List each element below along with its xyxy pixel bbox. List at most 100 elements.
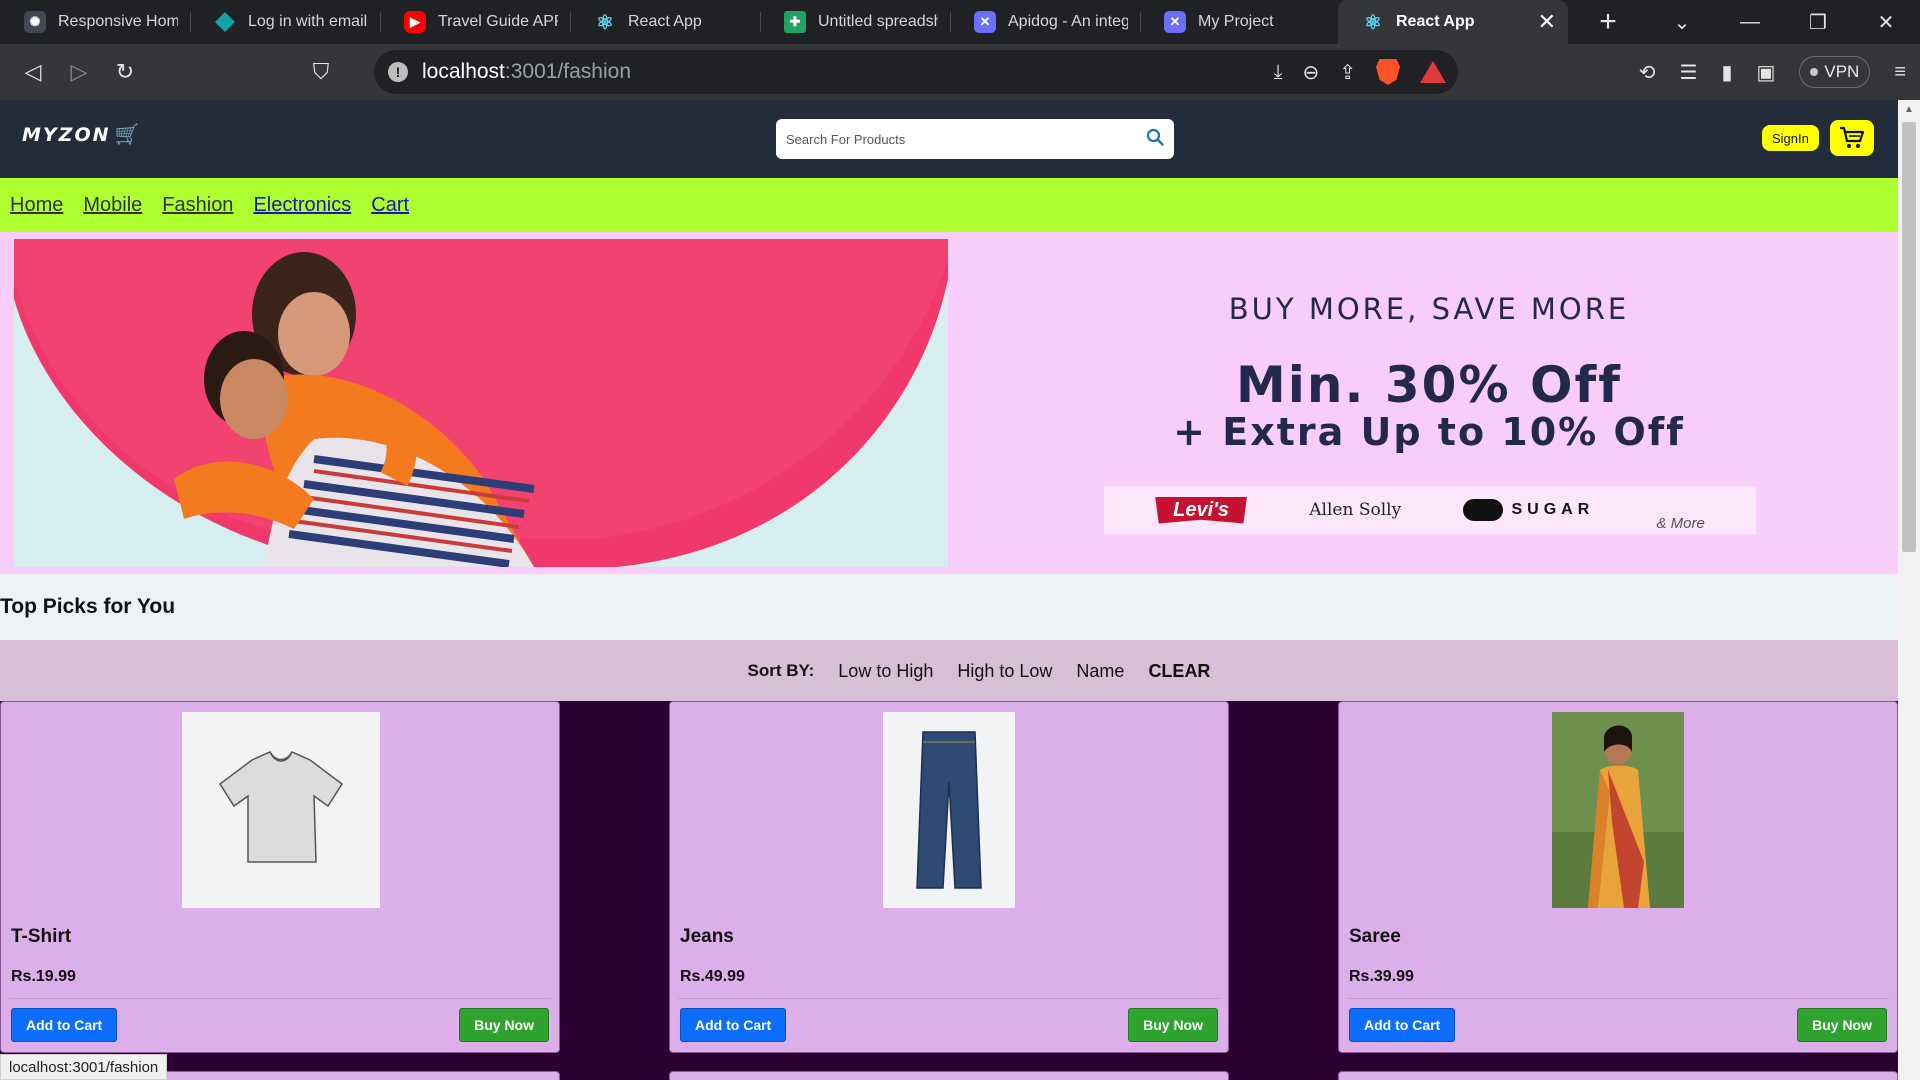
tab-title: Travel Guide APP DE: [438, 13, 558, 30]
site-logo[interactable]: MYZON 🛒: [22, 122, 139, 147]
address-bar-actions: ⤓ ⊖ ⇪: [1274, 50, 1446, 94]
sugar-mark-icon: [1463, 499, 1504, 521]
close-window-icon[interactable]: ✕: [1852, 0, 1920, 44]
sort-clear[interactable]: CLEAR: [1148, 661, 1210, 682]
product-image-jeans[interactable]: [883, 712, 1015, 908]
tab-title: React App: [628, 13, 702, 30]
product-price: Rs.19.99: [11, 968, 76, 985]
brave-rewards-icon[interactable]: [1420, 61, 1446, 83]
card-divider: [1347, 998, 1889, 999]
brand-sugar-text: SUGAR: [1511, 501, 1595, 518]
main-nav: Home Mobile Fashion Electronics Cart: [0, 178, 1898, 232]
buy-now-button[interactable]: Buy Now: [459, 1008, 549, 1042]
zoom-icon[interactable]: ⊖: [1302, 60, 1319, 85]
back-icon[interactable]: ◁: [10, 49, 56, 95]
add-to-cart-button[interactable]: Add to Cart: [1349, 1008, 1456, 1042]
site-info-icon[interactable]: !: [388, 62, 408, 82]
browser-tab[interactable]: ▶ Travel Guide APP DE: [380, 0, 570, 44]
page-viewport: MYZON 🛒 SignIn Home Mobile Fashion Elect…: [0, 100, 1898, 1080]
restore-icon[interactable]: ❐: [1784, 0, 1852, 44]
banner-line1: BUY MORE, SAVE MORE: [1228, 292, 1630, 326]
logo-cart-icon: 🛒: [114, 124, 140, 146]
banner-photo: [14, 239, 948, 567]
logo-text: MYZON: [22, 123, 111, 146]
diamond-icon: [214, 11, 236, 33]
browser-toolbar: ◁ ▷ ↻ ⛉ ! localhost:3001/fashion ⤓ ⊖ ⇪ ⟲…: [0, 44, 1920, 100]
nav-link-home[interactable]: Home: [10, 194, 63, 217]
tab-title: React App: [1396, 13, 1475, 30]
react-icon: ⚛: [596, 11, 614, 34]
product-card: [1338, 1071, 1898, 1080]
playlist-icon[interactable]: ☰: [1680, 60, 1698, 85]
menu-icon[interactable]: ≡: [1894, 61, 1906, 84]
close-tab-icon[interactable]: ✕: [1538, 9, 1556, 35]
scroll-up-icon[interactable]: ▲: [1898, 100, 1920, 120]
brave-shields-icon[interactable]: [1376, 59, 1400, 85]
browser-tab[interactable]: ✚ Untitled spreadshee: [760, 0, 950, 44]
url-path: :3001/fashion: [504, 60, 631, 83]
sidebar-icon[interactable]: ▮: [1721, 60, 1732, 85]
nav-link-fashion[interactable]: Fashion: [162, 194, 233, 217]
vpn-status-dot: [1810, 68, 1819, 76]
nav-link-electronics[interactable]: Electronics: [253, 194, 351, 217]
product-image-tshirt[interactable]: [182, 712, 380, 908]
brand-sugar-logo: SUGAR: [1463, 499, 1594, 521]
share-icon[interactable]: ⇪: [1339, 60, 1356, 85]
apidog-icon: ✕: [974, 11, 996, 33]
cart-icon: [1840, 126, 1865, 148]
search-input[interactable]: [786, 131, 1146, 147]
card-divider: [9, 998, 551, 999]
chatgpt-icon: ✺: [24, 11, 46, 33]
search-icon[interactable]: [1146, 128, 1164, 151]
product-name: T-Shirt: [11, 926, 72, 947]
browser-tab[interactable]: ✕ My Project: [1140, 0, 1330, 44]
bookmark-icon[interactable]: ⛉: [298, 49, 344, 95]
browser-tab-bar: ✺ Responsive Home D Log in with email | …: [0, 0, 1920, 44]
wallet-icon[interactable]: ▣: [1756, 60, 1775, 85]
promo-banner[interactable]: BUY MORE, SAVE MORE Min. 30% Off + Extra…: [0, 232, 1898, 574]
reload-icon[interactable]: ↻: [102, 49, 148, 95]
address-bar[interactable]: ! localhost:3001/fashion ⤓ ⊖ ⇪: [374, 50, 1458, 94]
browser-tab[interactable]: ✕ Apidog - An integra: [950, 0, 1140, 44]
nav-link-mobile[interactable]: Mobile: [83, 194, 142, 217]
add-to-cart-button[interactable]: Add to Cart: [680, 1008, 787, 1042]
tab-search-chevron-icon[interactable]: ⌄: [1648, 0, 1716, 44]
add-to-cart-button[interactable]: Add to Cart: [11, 1008, 118, 1042]
product-card: T-Shirt Rs.19.99 Add to Cart Buy Now: [0, 701, 560, 1053]
brand-strip: Levi's Allen Solly SUGAR & More: [1104, 486, 1756, 534]
toolbar-right: ⟲ ☰ ▮ ▣ VPN ≡: [1639, 44, 1920, 100]
window-controls: ⌄ — ❐ ✕: [1648, 0, 1920, 44]
section-title: Top Picks for You: [0, 574, 1898, 640]
buy-now-button[interactable]: Buy Now: [1797, 1008, 1887, 1042]
tab-title: Apidog - An integra: [1008, 13, 1128, 30]
card-divider: [678, 998, 1220, 999]
nav-link-cart[interactable]: Cart: [371, 194, 409, 217]
signin-button[interactable]: SignIn: [1762, 125, 1819, 151]
minimize-icon[interactable]: —: [1716, 0, 1784, 44]
install-icon[interactable]: ⤓: [1274, 61, 1283, 84]
banner-line3: + Extra Up to 10% Off: [1173, 410, 1685, 454]
sort-high-to-low[interactable]: High to Low: [957, 661, 1052, 682]
scrollbar-thumb[interactable]: [1902, 122, 1916, 552]
page-scrollbar[interactable]: ▲: [1898, 100, 1920, 1080]
vpn-label: VPN: [1824, 62, 1860, 81]
vpn-button[interactable]: VPN: [1799, 56, 1871, 88]
cart-button[interactable]: [1830, 120, 1874, 156]
site-header: MYZON 🛒 SignIn: [0, 100, 1898, 178]
sort-low-to-high[interactable]: Low to High: [838, 661, 933, 682]
new-tab-button[interactable]: +: [1588, 5, 1628, 39]
sheets-icon: ✚: [784, 11, 806, 33]
forward-icon[interactable]: ▷: [56, 49, 102, 95]
browser-tab[interactable]: ✺ Responsive Home D: [0, 0, 190, 44]
product-image-saree[interactable]: [1552, 712, 1684, 908]
sort-name[interactable]: Name: [1076, 661, 1124, 682]
browser-tab[interactable]: Log in with email | N: [190, 0, 380, 44]
buy-now-button[interactable]: Buy Now: [1128, 1008, 1218, 1042]
leo-icon[interactable]: ⟲: [1639, 60, 1656, 85]
browser-tab[interactable]: ⚛ React App: [570, 0, 760, 44]
product-card: [669, 1071, 1229, 1080]
brand-more: & More: [1656, 515, 1705, 532]
browser-tab-active[interactable]: ⚛ React App ✕: [1338, 0, 1568, 44]
product-card: Jeans Rs.49.99 Add to Cart Buy Now: [669, 701, 1229, 1053]
tab-title: Untitled spreadshee: [818, 13, 938, 30]
